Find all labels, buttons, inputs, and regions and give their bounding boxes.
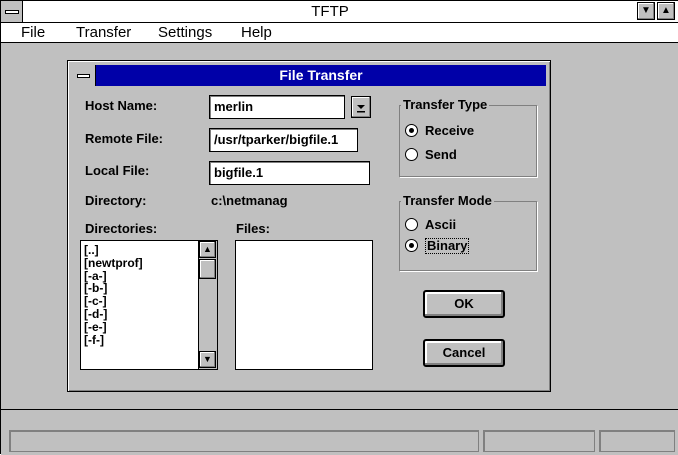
host-name-label: Host Name: xyxy=(85,98,158,113)
radio-binary-label: Binary xyxy=(425,238,470,254)
scroll-up-arrow-icon[interactable]: ▲ xyxy=(199,241,216,258)
radio-receive[interactable]: Receive xyxy=(405,123,525,139)
local-file-label: Local File: xyxy=(85,163,150,178)
list-item[interactable]: [..] xyxy=(84,244,194,257)
dialog-system-menu-icon[interactable] xyxy=(72,65,96,86)
radio-receive-indicator[interactable] xyxy=(405,124,418,137)
title-bar: TFTP ▼ ▲ xyxy=(1,1,678,23)
transfer-type-group xyxy=(399,105,537,177)
list-item[interactable]: [-f-] xyxy=(84,333,194,347)
list-item[interactable]: [-e-] xyxy=(84,320,194,334)
files-listbox[interactable] xyxy=(235,240,373,370)
status-cell-2 xyxy=(483,430,595,452)
radio-receive-label: Receive xyxy=(425,123,475,138)
cancel-button[interactable]: Cancel xyxy=(423,339,505,367)
menu-bar: File Transfer Settings Help xyxy=(1,23,678,43)
status-cell-3 xyxy=(599,430,675,452)
minimize-arrow-icon[interactable]: ▼ xyxy=(637,2,655,20)
dropdown-arrow-icon[interactable] xyxy=(351,96,371,118)
radio-ascii-label: Ascii xyxy=(425,217,457,232)
maximize-arrow-icon[interactable]: ▲ xyxy=(657,2,675,20)
list-item[interactable]: [newtprof] xyxy=(84,256,194,270)
remote-file-label: Remote File: xyxy=(85,131,164,146)
radio-ascii-indicator[interactable] xyxy=(405,218,418,231)
files-label: Files: xyxy=(236,221,270,236)
host-name-combo[interactable]: merlin xyxy=(209,95,345,119)
status-cell-main xyxy=(9,430,479,452)
local-file-input[interactable]: bigfile.1 xyxy=(209,161,370,185)
file-transfer-dialog: File Transfer Host Name: merlin Remote F… xyxy=(67,60,551,392)
remote-file-input[interactable]: /usr/tparker/bigfile.1 xyxy=(209,128,358,152)
directories-scrollbar[interactable]: ▲ ▼ xyxy=(198,241,217,369)
radio-binary[interactable]: Binary xyxy=(405,238,525,254)
status-bar xyxy=(1,409,678,455)
directory-value: c:\netmanag xyxy=(211,193,288,208)
transfer-mode-label: Transfer Mode xyxy=(401,193,494,209)
directories-list: [..] [newtprof] [-a-] [-b-] [-c-] [-d-] … xyxy=(84,244,194,346)
dialog-title: File Transfer xyxy=(279,67,363,83)
directories-label: Directories: xyxy=(85,221,158,236)
window-title: TFTP xyxy=(311,3,349,20)
menu-help[interactable]: Help xyxy=(241,24,272,42)
transfer-type-label: Transfer Type xyxy=(401,97,490,113)
radio-ascii[interactable]: Ascii xyxy=(405,217,525,233)
directories-listbox[interactable]: [..] [newtprof] [-a-] [-b-] [-c-] [-d-] … xyxy=(80,240,218,370)
scroll-down-arrow-icon[interactable]: ▼ xyxy=(199,351,216,368)
tftp-window: TFTP ▼ ▲ File Transfer Settings Help Fil… xyxy=(0,0,678,455)
radio-binary-indicator[interactable] xyxy=(405,239,418,252)
menu-transfer[interactable]: Transfer xyxy=(76,24,131,42)
menu-settings[interactable]: Settings xyxy=(158,24,212,42)
ok-button[interactable]: OK xyxy=(423,290,505,318)
system-menu-icon[interactable] xyxy=(1,1,23,22)
dialog-title-bar: File Transfer xyxy=(72,65,546,86)
directory-label: Directory: xyxy=(85,193,147,208)
transfer-mode-group xyxy=(399,201,537,271)
radio-send[interactable]: Send xyxy=(405,147,525,163)
radio-send-indicator[interactable] xyxy=(405,148,418,161)
menu-file[interactable]: File xyxy=(21,24,45,42)
radio-send-label: Send xyxy=(425,147,457,162)
scroll-thumb[interactable] xyxy=(199,259,216,279)
list-item[interactable]: [-d-] xyxy=(84,308,194,321)
